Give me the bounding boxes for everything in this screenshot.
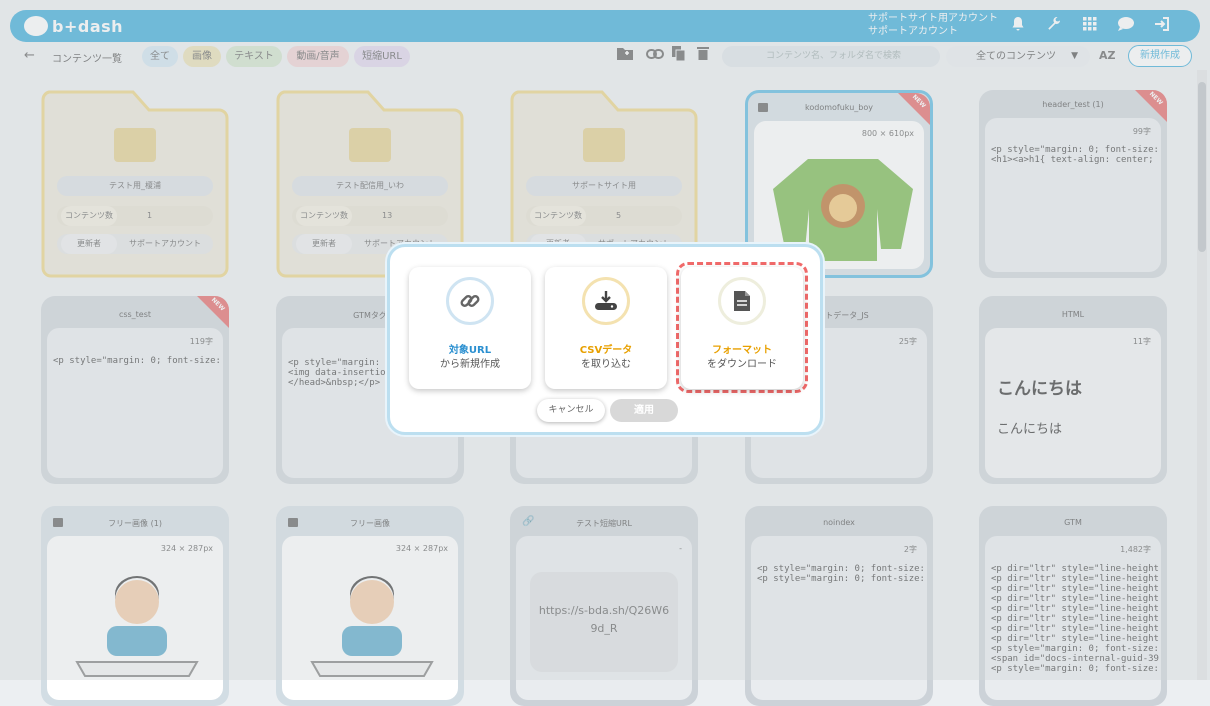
download-icon — [582, 277, 630, 325]
option-title: CSVデータ — [579, 345, 633, 356]
option-download-format[interactable]: フォーマット をダウンロード — [681, 267, 803, 389]
link-icon — [446, 277, 494, 325]
option-title: フォーマット — [712, 345, 772, 356]
option-subtitle: を取り込む — [581, 359, 631, 370]
document-icon — [718, 277, 766, 325]
apply-button[interactable]: 適用 — [610, 399, 678, 422]
option-title: 対象URL — [448, 345, 492, 356]
create-content-modal: 対象URL から新規作成 CSVデータ を取り込む フォーマット をダウンロード… — [387, 244, 823, 435]
cancel-button[interactable]: キャンセル — [537, 399, 605, 422]
option-import-csv[interactable]: CSVデータ を取り込む — [545, 267, 667, 389]
option-subtitle: から新規作成 — [440, 359, 500, 370]
option-subtitle: をダウンロード — [707, 359, 777, 370]
option-create-from-url[interactable]: 対象URL から新規作成 — [409, 267, 531, 389]
